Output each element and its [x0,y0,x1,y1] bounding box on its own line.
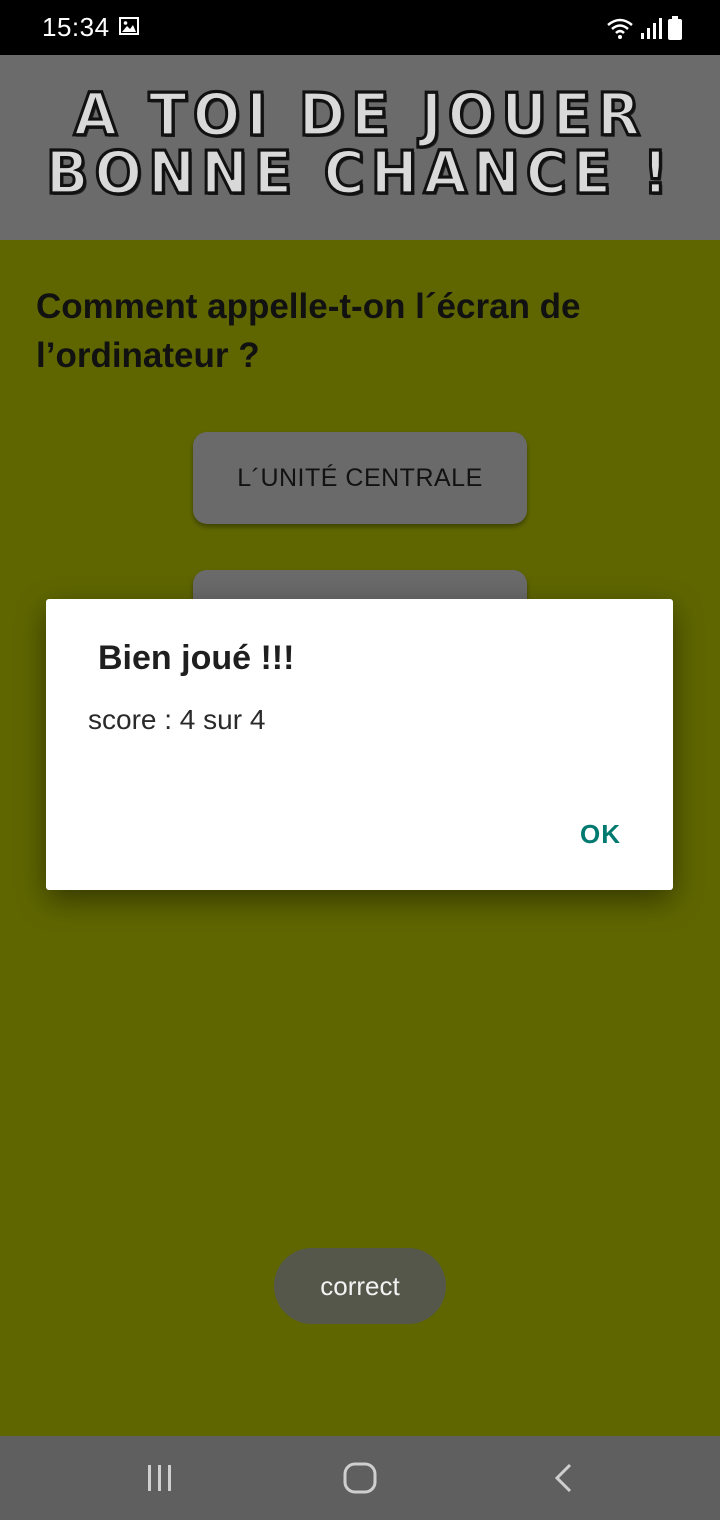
status-bar: 15:34 [0,0,720,55]
status-icons [606,14,682,40]
signal-icon [641,18,662,39]
dialog-title: Bien joué !!! [98,639,295,677]
gallery-icon [119,17,139,35]
home-button[interactable] [300,1436,420,1520]
battery-icon [668,16,682,40]
home-icon [343,1462,377,1494]
dialog-ok-button[interactable]: OK [580,819,621,850]
back-button[interactable] [503,1436,623,1520]
header-banner: A TOI DE JOUER BONNE CHANCE ! [0,55,720,240]
back-icon [554,1463,572,1493]
navigation-bar [0,1436,720,1520]
status-time: 15:34 [42,12,110,42]
answer-button-1[interactable]: L´UNITÉ CENTRALE [193,432,527,524]
score-dialog: Bien joué !!! score : 4 sur 4 OK [46,599,673,890]
recent-apps-button[interactable] [100,1436,220,1520]
question-text: Comment appelle-t-on l´écran de l’ordina… [36,287,581,375]
recent-apps-icon [148,1465,171,1491]
dialog-message: score : 4 sur 4 [88,704,266,735]
wifi-icon [607,18,633,39]
toast-message: correct [274,1248,446,1324]
header-title-line2: BONNE CHANCE ! [44,138,675,209]
